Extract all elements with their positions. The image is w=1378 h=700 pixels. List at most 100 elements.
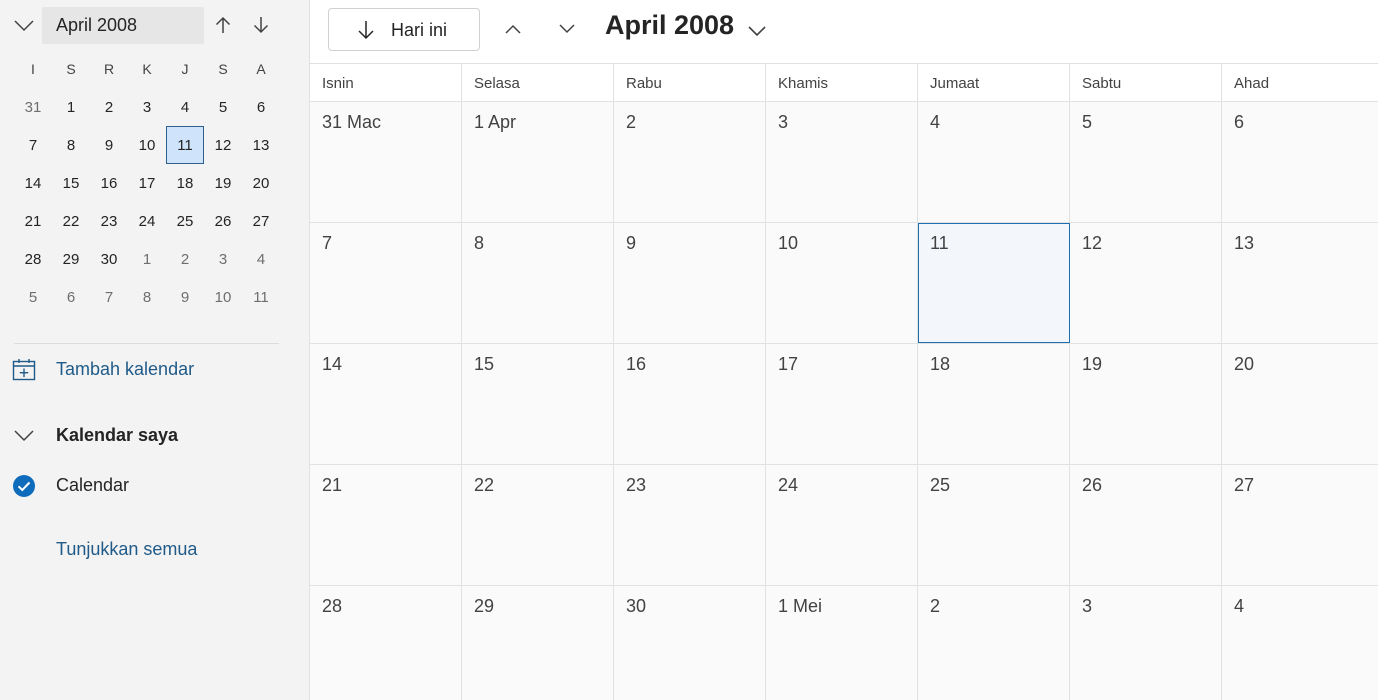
mini-calendar-day[interactable]: 19 <box>204 164 242 202</box>
mini-calendar-day[interactable]: 5 <box>14 278 52 316</box>
day-cell[interactable]: 3 <box>766 102 918 222</box>
mini-calendar-day[interactable]: 9 <box>90 126 128 164</box>
day-cell[interactable]: 15 <box>462 344 614 464</box>
day-cell[interactable]: 31 Mac <box>310 102 462 222</box>
mini-calendar-day[interactable]: 14 <box>14 164 52 202</box>
day-cell[interactable]: 2 <box>614 102 766 222</box>
mini-calendar-day[interactable]: 20 <box>242 164 280 202</box>
today-button[interactable]: Hari ini <box>328 8 480 51</box>
mini-calendar-day[interactable]: 27 <box>242 202 280 240</box>
mini-calendar-day[interactable]: 7 <box>90 278 128 316</box>
show-all-link[interactable]: Tunjukkan semua <box>56 539 197 560</box>
mini-calendar-day[interactable]: 18 <box>166 164 204 202</box>
checkmark-circle-icon[interactable] <box>12 474 36 498</box>
day-cell[interactable]: 25 <box>918 465 1070 585</box>
day-cell[interactable]: 7 <box>310 223 462 343</box>
day-cell[interactable]: 4 <box>1222 586 1374 700</box>
add-calendar-button[interactable]: Tambah kalendar <box>12 356 194 384</box>
mini-calendar-day[interactable]: 1 <box>128 240 166 278</box>
day-cell[interactable]: 24 <box>766 465 918 585</box>
day-cell[interactable]: 3 <box>1070 586 1222 700</box>
mini-calendar-day[interactable]: 22 <box>52 202 90 240</box>
chevron-down-icon <box>14 430 34 442</box>
day-number: 20 <box>1234 354 1255 374</box>
day-cell[interactable]: 13 <box>1222 223 1374 343</box>
day-cell[interactable]: 1 Mei <box>766 586 918 700</box>
mini-calendar-day[interactable]: 30 <box>90 240 128 278</box>
day-cell[interactable]: 8 <box>462 223 614 343</box>
mini-calendar-day[interactable]: 31 <box>14 88 52 126</box>
day-cell[interactable]: 27 <box>1222 465 1374 585</box>
day-cell[interactable]: 22 <box>462 465 614 585</box>
month-title[interactable]: April 2008 <box>605 10 734 41</box>
day-cell[interactable]: 17 <box>766 344 918 464</box>
day-cell[interactable]: 20 <box>1222 344 1374 464</box>
mini-calendar-day[interactable]: 1 <box>52 88 90 126</box>
mini-calendar-day[interactable]: 9 <box>166 278 204 316</box>
mini-calendar-day[interactable]: 8 <box>52 126 90 164</box>
day-cell[interactable]: 26 <box>1070 465 1222 585</box>
mini-calendar-day[interactable]: 28 <box>14 240 52 278</box>
mini-calendar-day[interactable]: 17 <box>128 164 166 202</box>
day-cell[interactable]: 23 <box>614 465 766 585</box>
mini-calendar-day[interactable]: 10 <box>128 126 166 164</box>
mini-calendar-day[interactable]: 11 <box>242 278 280 316</box>
day-cell[interactable]: 5 <box>1070 102 1222 222</box>
day-cell[interactable]: 4 <box>918 102 1070 222</box>
weekday-header: Isnin <box>310 64 462 102</box>
day-cell-today[interactable]: 11 <box>918 223 1070 343</box>
mini-calendar-day[interactable]: 13 <box>242 126 280 164</box>
mini-calendar-day-selected[interactable]: 11 <box>166 126 204 164</box>
day-cell[interactable]: 21 <box>310 465 462 585</box>
day-cell[interactable]: 29 <box>462 586 614 700</box>
mini-calendar-day[interactable]: 21 <box>14 202 52 240</box>
day-cell[interactable]: 18 <box>918 344 1070 464</box>
mini-calendar-day[interactable]: 4 <box>242 240 280 278</box>
mini-calendar-day[interactable]: 5 <box>204 88 242 126</box>
day-cell[interactable]: 14 <box>310 344 462 464</box>
day-number: 4 <box>930 112 941 132</box>
day-cell[interactable]: 30 <box>614 586 766 700</box>
day-cell[interactable]: 10 <box>766 223 918 343</box>
mini-calendar-day[interactable]: 29 <box>52 240 90 278</box>
month-picker-button[interactable] <box>744 18 770 44</box>
day-number: 26 <box>1082 475 1103 495</box>
mini-calendar-day[interactable]: 2 <box>90 88 128 126</box>
day-cell[interactable]: 19 <box>1070 344 1222 464</box>
mini-calendar-day[interactable]: 16 <box>90 164 128 202</box>
mini-calendar-day[interactable]: 6 <box>242 88 280 126</box>
my-calendars-toggle[interactable]: Kalendar saya <box>12 422 292 450</box>
day-cell[interactable]: 6 <box>1222 102 1374 222</box>
mini-calendar-day[interactable]: 10 <box>204 278 242 316</box>
mini-calendar-day[interactable]: 6 <box>52 278 90 316</box>
day-cell[interactable]: 28 <box>310 586 462 700</box>
day-cell[interactable]: 2 <box>918 586 1070 700</box>
mini-calendar-day[interactable]: 26 <box>204 202 242 240</box>
previous-month-button[interactable] <box>500 16 526 42</box>
day-cell[interactable]: 9 <box>614 223 766 343</box>
mini-calendar-title[interactable]: April 2008 <box>42 7 204 44</box>
add-calendar-label: Tambah kalendar <box>56 359 195 379</box>
mini-calendar-day[interactable]: 25 <box>166 202 204 240</box>
mini-calendar-next-button[interactable] <box>249 13 273 37</box>
calendar-item[interactable]: Calendar <box>12 472 292 500</box>
mini-calendar-day[interactable]: 15 <box>52 164 90 202</box>
mini-calendar-day[interactable]: 2 <box>166 240 204 278</box>
mini-calendar-day[interactable]: 23 <box>90 202 128 240</box>
mini-calendar-day[interactable]: 7 <box>14 126 52 164</box>
mini-calendar-day[interactable]: 3 <box>204 240 242 278</box>
next-month-button[interactable] <box>554 16 580 42</box>
mini-calendar-day[interactable]: 12 <box>204 126 242 164</box>
mini-calendar-day[interactable]: 24 <box>128 202 166 240</box>
mini-calendar-day[interactable]: 8 <box>128 278 166 316</box>
day-cell[interactable]: 1 Apr <box>462 102 614 222</box>
day-cell[interactable]: 16 <box>614 344 766 464</box>
mini-calendar-day[interactable]: 4 <box>166 88 204 126</box>
mini-calendar-prev-button[interactable] <box>211 13 235 37</box>
mini-calendar-week: 7 8 9 10 11 12 13 <box>14 126 280 164</box>
day-cell[interactable]: 12 <box>1070 223 1222 343</box>
sidebar-divider <box>14 343 279 344</box>
day-number: 5 <box>1082 112 1093 132</box>
mini-calendar-collapse-button[interactable] <box>12 15 36 37</box>
mini-calendar-day[interactable]: 3 <box>128 88 166 126</box>
